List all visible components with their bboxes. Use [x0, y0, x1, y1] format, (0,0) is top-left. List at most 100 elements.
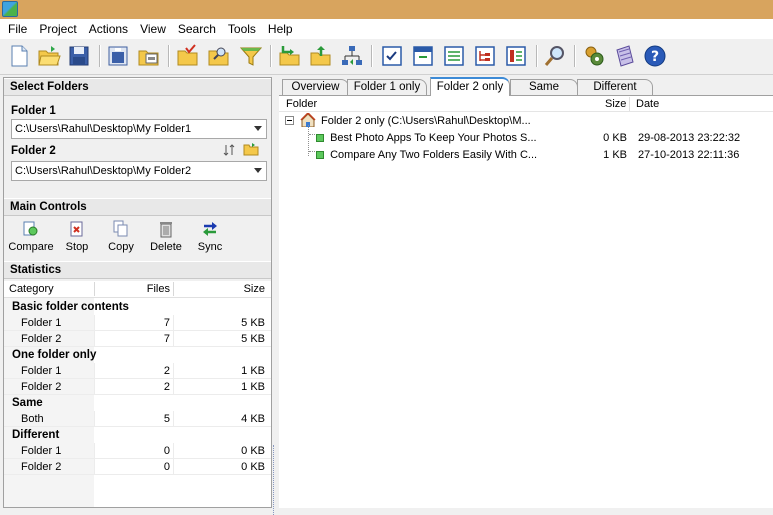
open-folder-icon[interactable] [176, 44, 200, 68]
sync-icon [201, 220, 219, 238]
tree-icon[interactable] [473, 44, 497, 68]
plugin-icon[interactable] [582, 44, 606, 68]
statistics-row[interactable]: Folder 1 7 5 KB [4, 315, 271, 331]
col-files[interactable]: Files [147, 283, 170, 295]
statistics-group-row[interactable]: Different [4, 427, 271, 443]
help-icon[interactable]: ? [643, 44, 667, 68]
tab-folder1-only[interactable]: Folder 1 only [347, 79, 427, 96]
open-project-icon[interactable] [37, 44, 61, 68]
statistics-row[interactable]: Folder 2 7 5 KB [4, 331, 271, 347]
col-size[interactable]: Size [244, 283, 265, 295]
statistics-row[interactable]: Folder 2 0 0 KB [4, 459, 271, 475]
stat-category: Both [21, 413, 44, 425]
title-bar [0, 0, 773, 19]
tab-overview[interactable]: Overview [282, 79, 349, 96]
menu-help[interactable]: Help [262, 19, 299, 39]
col-date[interactable]: Date [636, 98, 659, 110]
statistics-row[interactable]: Folder 1 2 1 KB [4, 363, 271, 379]
stat-category: Basic folder contents [12, 301, 129, 313]
select-folders-header: Select Folders [4, 78, 271, 96]
file-name: Best Photo Apps To Keep Your Photos S... [330, 132, 537, 144]
new-project-icon[interactable] [7, 44, 31, 68]
folder1-value: C:\Users\Rahul\Desktop\My Folder1 [15, 123, 192, 135]
statistics-group-row[interactable]: One folder only [4, 347, 271, 363]
tab-strip: Overview Folder 1 only Folder 2 only Sam… [279, 77, 773, 96]
stat-files: 0 [163, 445, 170, 457]
sync-button[interactable]: Sync [186, 220, 234, 253]
stat-size: 4 KB [241, 413, 265, 425]
panel-splitter[interactable] [272, 77, 278, 515]
window-icon[interactable] [411, 44, 435, 68]
menu-file[interactable]: File [2, 19, 33, 39]
menu-project[interactable]: Project [33, 19, 82, 39]
chevron-down-icon[interactable] [254, 126, 262, 132]
filter-icon[interactable] [239, 44, 263, 68]
tab-same[interactable]: Same [510, 79, 578, 96]
stat-category: Folder 2 [21, 461, 62, 473]
stat-size: 0 KB [241, 445, 265, 457]
file-row[interactable]: Compare Any Two Folders Easily With C... [316, 149, 537, 165]
tree-root[interactable]: Folder 2 only (C:\Users\Rahul\Desktop\M.… [321, 115, 531, 131]
stop-button[interactable]: Stop [53, 220, 101, 253]
col-folder[interactable]: Folder [286, 98, 317, 110]
print-icon[interactable] [137, 44, 161, 68]
statistics-header-row: Category Files Size [4, 281, 271, 298]
find-icon[interactable] [543, 44, 567, 68]
file-row[interactable]: Best Photo Apps To Keep Your Photos S... [316, 132, 537, 148]
compare-icon [22, 220, 40, 238]
copy-button[interactable]: Copy [97, 220, 145, 253]
tab-folder2-only[interactable]: Folder 2 only [430, 77, 510, 96]
statistics-group-row[interactable]: Basic folder contents [4, 299, 271, 315]
stat-files: 0 [163, 461, 170, 473]
statistics-row[interactable]: Both 5 4 KB [4, 411, 271, 427]
report-icon[interactable] [504, 44, 528, 68]
statistics-row[interactable]: Folder 1 0 0 KB [4, 443, 271, 459]
delete-label: Delete [150, 241, 182, 253]
stat-files: 7 [163, 333, 170, 345]
stat-size: 0 KB [241, 461, 265, 473]
chevron-down-icon[interactable] [254, 168, 262, 174]
save-as-icon[interactable] [107, 44, 131, 68]
notes-icon[interactable] [613, 44, 637, 68]
swap-folders-icon[interactable] [223, 144, 235, 156]
copy-right-icon[interactable] [309, 44, 333, 68]
search-folder-icon[interactable] [207, 44, 231, 68]
copy-label: Copy [108, 241, 134, 253]
file-size: 0 KB [603, 132, 627, 144]
main-controls-header: Main Controls [4, 198, 271, 216]
folder1-combo[interactable]: C:\Users\Rahul\Desktop\My Folder1 [11, 119, 267, 139]
delete-button[interactable]: Delete [142, 220, 190, 253]
col-category[interactable]: Category [9, 283, 54, 295]
stat-category: Folder 2 [21, 333, 62, 345]
list-icon[interactable] [442, 44, 466, 68]
stat-size: 5 KB [241, 333, 265, 345]
save-project-icon[interactable] [67, 44, 91, 68]
menu-actions[interactable]: Actions [83, 19, 134, 39]
col-file-size[interactable]: Size [605, 98, 626, 110]
results-header-row: Folder Size Date [279, 96, 773, 112]
browse-folder-icon[interactable] [243, 142, 259, 156]
statistics-header: Statistics [4, 261, 271, 279]
collapse-icon[interactable] [285, 116, 294, 125]
menu-search[interactable]: Search [172, 19, 222, 39]
checklist-icon[interactable] [380, 44, 404, 68]
right-panel: Overview Folder 1 only Folder 2 only Sam… [279, 77, 773, 508]
compare-label: Compare [8, 241, 54, 253]
copy-left-icon[interactable] [278, 44, 302, 68]
stat-category: Folder 1 [21, 445, 62, 457]
menu-view[interactable]: View [134, 19, 172, 39]
file-name: Compare Any Two Folders Easily With C... [330, 149, 538, 161]
folder1-label: Folder 1 [11, 105, 56, 117]
tab-different[interactable]: Different [577, 79, 653, 96]
compare-button[interactable]: Compare [7, 220, 55, 253]
statistics-row[interactable]: Folder 2 2 1 KB [4, 379, 271, 395]
sync-tree-icon[interactable] [340, 44, 364, 68]
app-icon [2, 1, 18, 17]
statistics-group-row[interactable]: Same [4, 395, 271, 411]
stop-icon [68, 220, 86, 238]
stat-size: 5 KB [241, 317, 265, 329]
trash-icon [157, 220, 175, 238]
folder2-combo[interactable]: C:\Users\Rahul\Desktop\My Folder2 [11, 161, 267, 181]
svg-text:?: ? [651, 49, 659, 65]
menu-tools[interactable]: Tools [222, 19, 262, 39]
